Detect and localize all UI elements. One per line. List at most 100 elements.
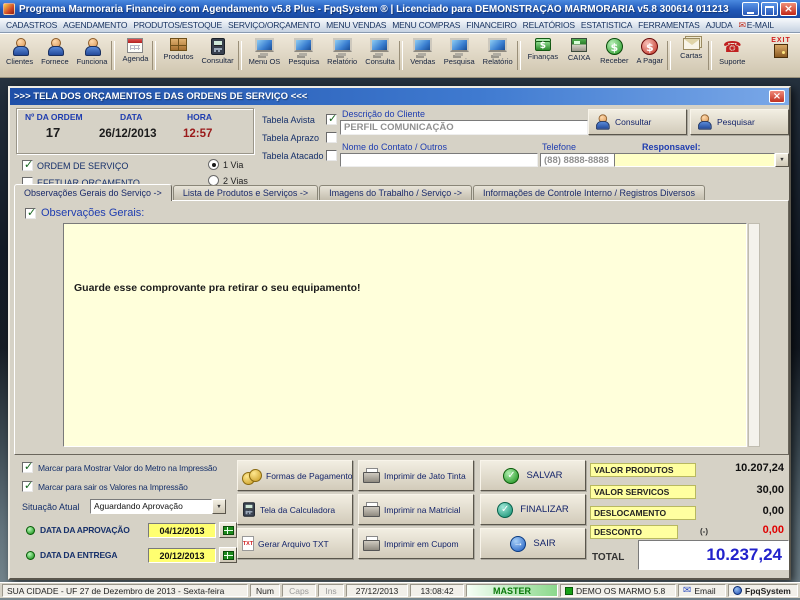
toolbar-icon	[211, 38, 225, 55]
status-email[interactable]: ✉ Email	[678, 584, 726, 597]
toolbar-button[interactable]: Fornece	[37, 35, 73, 76]
toolbar-button[interactable]: Relatório	[479, 35, 517, 76]
toolbar-button[interactable]: Finanças	[524, 35, 562, 76]
dialog-titlebar[interactable]: >>> TELA DOS ORÇAMENTOS E DAS ORDENS DE …	[10, 88, 789, 105]
toolbar-button[interactable]: Funciona	[73, 35, 112, 76]
exit-button[interactable]: EXIT	[764, 35, 798, 76]
toolbar-icon	[83, 38, 101, 56]
exit-door-icon	[774, 44, 788, 58]
tab[interactable]: Lista de Produtos e Serviços ->	[173, 185, 318, 200]
status-brand-text: FpqSystem	[745, 586, 791, 596]
toolbar-button[interactable]: Cartas	[674, 35, 708, 76]
observations-textarea[interactable]: Guarde esse comprovante pra retirar o se…	[63, 223, 747, 447]
chevron-down-icon[interactable]: ▼	[212, 499, 226, 514]
discount-minus-sign: (-)	[700, 527, 708, 536]
price-table-checkbox[interactable]	[326, 150, 337, 161]
order-of-service-checkbox[interactable]	[22, 160, 33, 171]
delivery-date-value[interactable]: 20/12/2013	[148, 548, 216, 563]
toolbar-icon	[606, 38, 623, 55]
print-coupon-button[interactable]: Imprimir em Cupom	[358, 528, 474, 559]
displacement-chip: DESLOCAMENTO	[590, 506, 696, 520]
generate-txt-button[interactable]: TXT Gerar Arquivo TXT	[237, 528, 353, 559]
show-meter-value-checkbox[interactable]	[22, 462, 33, 473]
exit-dialog-button[interactable]: → SAIR	[480, 528, 586, 559]
status-demo-text: DEMO OS MARMO 5.8	[576, 586, 665, 596]
show-values-checkbox[interactable]	[22, 481, 33, 492]
menu-item[interactable]: E-MAIL	[735, 18, 776, 33]
print-inkjet-button[interactable]: Imprimir de Jato Tinta	[358, 460, 474, 491]
close-icon[interactable]	[780, 2, 797, 16]
tab[interactable]: Imagens do Trabalho / Serviço ->	[319, 185, 472, 200]
toolbar-button[interactable]: A Pagar	[632, 35, 667, 76]
client-description-input[interactable]	[340, 120, 588, 135]
toolbar-button[interactable]: Agenda	[118, 35, 152, 76]
toolbar-icon	[683, 38, 700, 50]
show-values-option[interactable]: Marcar para sair os Valores na Impressão	[22, 481, 188, 492]
toolbar-button[interactable]: Consulta	[361, 35, 399, 76]
service-order-dialog: >>> TELA DOS ORÇAMENTOS E DAS ORDENS DE …	[8, 86, 791, 580]
toolbar-button[interactable]: Vendas	[406, 35, 440, 76]
menu-item[interactable]: AGENDAMENTO	[60, 18, 130, 32]
menu-item-label: MENU VENDAS	[326, 20, 386, 30]
toolbar-button[interactable]: Pesquisa	[284, 35, 323, 76]
tab[interactable]: Informações de Controle Interno / Regist…	[473, 185, 705, 200]
toolbar-button[interactable]: Menu OS	[245, 35, 285, 76]
tab-strip: Observações Gerais do Serviço -> Lista d…	[14, 183, 706, 200]
menu-item[interactable]: MENU VENDAS	[323, 18, 389, 32]
show-meter-value-option[interactable]: Marcar para Mostrar Valor do Metro na Im…	[22, 462, 217, 473]
one-copy-radio-row[interactable]: 1 Via	[208, 159, 243, 170]
menu-item[interactable]: ESTATISTICA	[578, 18, 635, 32]
minimize-icon[interactable]	[742, 2, 759, 16]
menu-item-label: ESTATISTICA	[581, 20, 632, 30]
price-table-checkbox[interactable]	[326, 114, 337, 125]
toolbar-button[interactable]: Consultar	[198, 35, 238, 76]
one-copy-radio[interactable]	[208, 159, 219, 170]
delivery-calendar-button[interactable]	[219, 547, 237, 563]
toolbar-button[interactable]: Receber	[596, 35, 632, 76]
approval-calendar-button[interactable]	[219, 522, 237, 538]
dialog-close-icon[interactable]	[769, 90, 785, 103]
price-table-checkbox[interactable]	[326, 132, 337, 143]
menu-item[interactable]: CADASTROS	[3, 18, 60, 32]
toolbar-button[interactable]: Pesquisa	[440, 35, 479, 76]
responsible-combobox[interactable]: ▼	[614, 153, 789, 167]
toolbar-button[interactable]: Suporte	[715, 35, 749, 76]
general-observations-row[interactable]: Observações Gerais:	[25, 207, 144, 219]
price-table-label: Tabela Aprazo	[262, 133, 326, 143]
delivery-date-label: DATA DA ENTREGA	[40, 550, 117, 560]
price-table-option[interactable]: Tabela Aprazo	[262, 132, 337, 143]
textarea-scrollbar[interactable]	[748, 223, 760, 447]
toolbar-button-label: Finanças	[528, 52, 558, 61]
search-client-button[interactable]: Pesquisar	[690, 109, 789, 135]
menu-item[interactable]: AJUDA	[703, 18, 736, 32]
payment-methods-button[interactable]: Formas de Pagamento	[237, 460, 353, 491]
chevron-down-icon[interactable]: ▼	[775, 153, 789, 167]
toolbar-button[interactable]: Relatório	[323, 35, 361, 76]
finalize-button[interactable]: ✓ FINALIZAR	[480, 494, 586, 525]
tab-label: Observações Gerais do Serviço ->	[24, 188, 162, 198]
contact-name-input[interactable]	[340, 153, 538, 167]
current-situation-combobox[interactable]: Aguardando Aprovação ▼	[90, 499, 226, 514]
toolbar-button[interactable]: CAIXA	[562, 35, 596, 76]
menu-item[interactable]: MENU COMPRAS	[389, 18, 463, 32]
menu-item[interactable]: FERRAMENTAS	[635, 18, 702, 32]
menu-item[interactable]: FINANCEIRO	[463, 18, 519, 32]
save-button[interactable]: ✓ SALVAR	[480, 460, 586, 491]
toolbar-button[interactable]: Produtos	[159, 35, 197, 76]
date-value: 26/12/2013	[99, 128, 157, 140]
price-table-option[interactable]: Tabela Atacado	[262, 150, 337, 161]
maximize-icon[interactable]	[761, 2, 778, 16]
toolbar-button[interactable]: Clientes	[2, 35, 37, 76]
menu-item[interactable]: PRODUTOS/ESTOQUE	[130, 18, 225, 32]
calculator-button[interactable]: Tela da Calculadora	[237, 494, 353, 525]
menu-item[interactable]: RELATÓRIOS	[520, 18, 578, 32]
print-matrix-button[interactable]: Imprimir na Matricial	[358, 494, 474, 525]
price-table-option[interactable]: Tabela Avista	[262, 114, 337, 125]
consult-client-button[interactable]: Consultar	[588, 109, 687, 135]
approval-date-value[interactable]: 04/12/2013	[148, 523, 216, 538]
order-of-service-checkbox-row[interactable]: ORDEM DE SERVIÇO	[22, 160, 128, 171]
tab[interactable]: Observações Gerais do Serviço ->	[14, 184, 172, 201]
toolbar-icon	[255, 38, 274, 52]
menu-item[interactable]: SERVIÇO/ORÇAMENTO	[225, 18, 323, 32]
general-observations-checkbox[interactable]	[25, 208, 36, 219]
